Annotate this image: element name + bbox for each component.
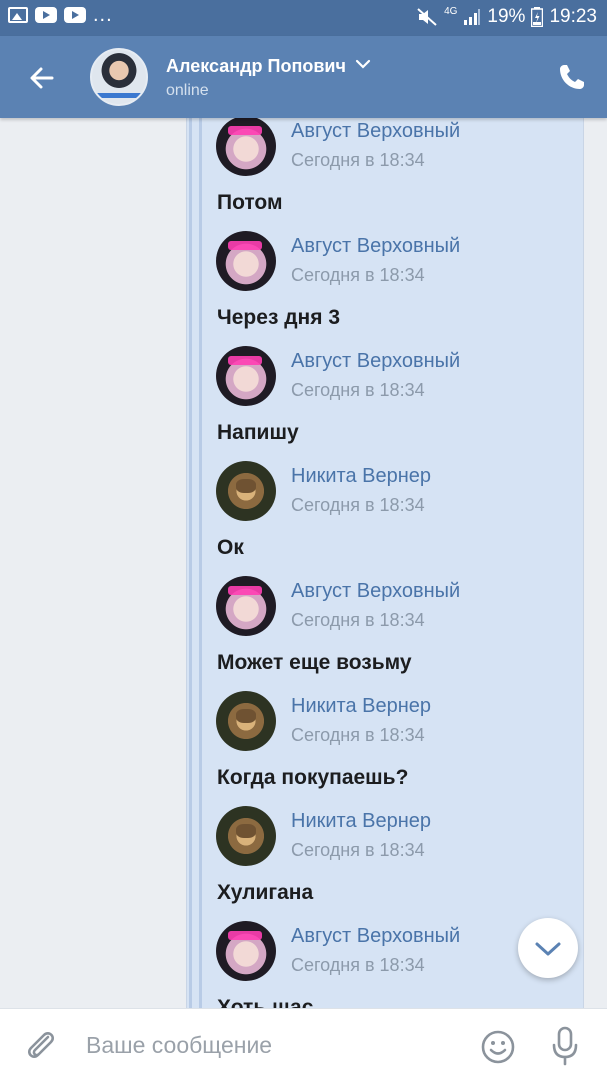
phone-icon <box>560 65 584 89</box>
message-input[interactable] <box>86 1029 446 1061</box>
message-time: Сегодня в 18:34 <box>291 725 425 745</box>
mute-icon <box>417 8 437 26</box>
forwarded-message: Август Верховный Сегодня в 18:34 Потом <box>216 118 576 231</box>
clock: 19:23 <box>549 6 597 27</box>
smiley-icon <box>481 1030 515 1064</box>
emoji-button[interactable] <box>480 1029 516 1065</box>
author-name[interactable]: Никита Вернер <box>291 810 431 833</box>
microphone-icon <box>552 1026 578 1066</box>
paperclip-icon <box>28 1032 54 1058</box>
author-avatar[interactable] <box>216 806 276 866</box>
call-button[interactable] <box>557 62 587 92</box>
forwarded-message: Никита Вернер Сегодня в 18:34 Ок <box>216 461 576 576</box>
forwarded-message: Август Верховный Сегодня в 18:34 Может е… <box>216 576 576 691</box>
message-text: Ок <box>217 536 244 559</box>
author-name[interactable]: Никита Вернер <box>291 465 431 488</box>
contact-name[interactable]: Александр Попович <box>166 56 346 77</box>
chevron-down-icon[interactable] <box>354 58 372 70</box>
forwarded-message: Никита Вернер Сегодня в 18:34 Хулигана <box>216 806 576 921</box>
network-type: 4G <box>444 5 458 17</box>
attach-button[interactable] <box>24 1027 58 1065</box>
forward-indent-line <box>199 118 202 1008</box>
forward-indent-line <box>189 118 192 1008</box>
battery-icon <box>531 7 544 27</box>
message-time: Сегодня в 18:34 <box>291 840 425 860</box>
message-time: Сегодня в 18:34 <box>291 380 425 400</box>
message-time: Сегодня в 18:34 <box>291 610 425 630</box>
chat-header: Александр Попович online <box>0 36 607 118</box>
author-avatar[interactable] <box>216 118 276 176</box>
arrow-left-icon <box>30 67 54 89</box>
message-composer <box>0 1008 607 1080</box>
message-text: Потом <box>217 191 283 214</box>
author-name[interactable]: Август Верховный <box>291 235 460 258</box>
forwarded-message: Август Верховный Сегодня в 18:34 Через д… <box>216 231 576 346</box>
voice-message-button[interactable] <box>550 1025 580 1067</box>
author-avatar[interactable] <box>216 921 276 981</box>
message-text: Когда покупаешь? <box>217 766 409 789</box>
scroll-to-bottom-button[interactable] <box>518 918 578 978</box>
author-name[interactable]: Август Верховный <box>291 580 460 603</box>
contact-avatar[interactable] <box>90 48 148 106</box>
author-name[interactable]: Никита Вернер <box>291 695 431 718</box>
message-time: Сегодня в 18:34 <box>291 955 425 975</box>
author-name[interactable]: Август Верховный <box>291 350 460 373</box>
message-text: Хулигана <box>217 881 314 904</box>
chevron-down-icon <box>535 942 561 956</box>
author-avatar[interactable] <box>216 231 276 291</box>
more-notifications: ... <box>93 4 113 26</box>
message-list[interactable]: Август Верховный Сегодня в 18:34 Потом А… <box>0 118 607 1008</box>
message-time: Сегодня в 18:34 <box>291 150 425 170</box>
message-text: Может еще возьму <box>217 651 412 674</box>
author-avatar[interactable] <box>216 346 276 406</box>
message-time: Сегодня в 18:34 <box>291 265 425 285</box>
author-name[interactable]: Август Верховный <box>291 925 460 948</box>
notification-icons: ... <box>8 4 113 26</box>
forwarded-message: Никита Вернер Сегодня в 18:34 Когда поку… <box>216 691 576 806</box>
battery-percent: 19% <box>487 6 526 27</box>
author-name[interactable]: Август Верховный <box>291 120 460 143</box>
message-text: Через дня 3 <box>217 306 340 329</box>
youtube-icon <box>35 7 57 23</box>
author-avatar[interactable] <box>216 691 276 751</box>
youtube-icon <box>64 7 86 23</box>
message-text: Напишу <box>217 421 299 444</box>
status-bar: ... 4G 19% 19:23 <box>0 0 607 36</box>
back-button[interactable] <box>24 60 60 96</box>
message-text: Хоть щас <box>217 996 314 1008</box>
contact-status: online <box>166 82 209 99</box>
message-time: Сегодня в 18:34 <box>291 495 425 515</box>
author-avatar[interactable] <box>216 461 276 521</box>
author-avatar[interactable] <box>216 576 276 636</box>
gallery-icon <box>8 7 28 23</box>
system-indicators: 4G 19% 19:23 <box>416 6 597 28</box>
signal-icon <box>464 9 481 25</box>
forwarded-message: Август Верховный Сегодня в 18:34 Напишу <box>216 346 576 461</box>
